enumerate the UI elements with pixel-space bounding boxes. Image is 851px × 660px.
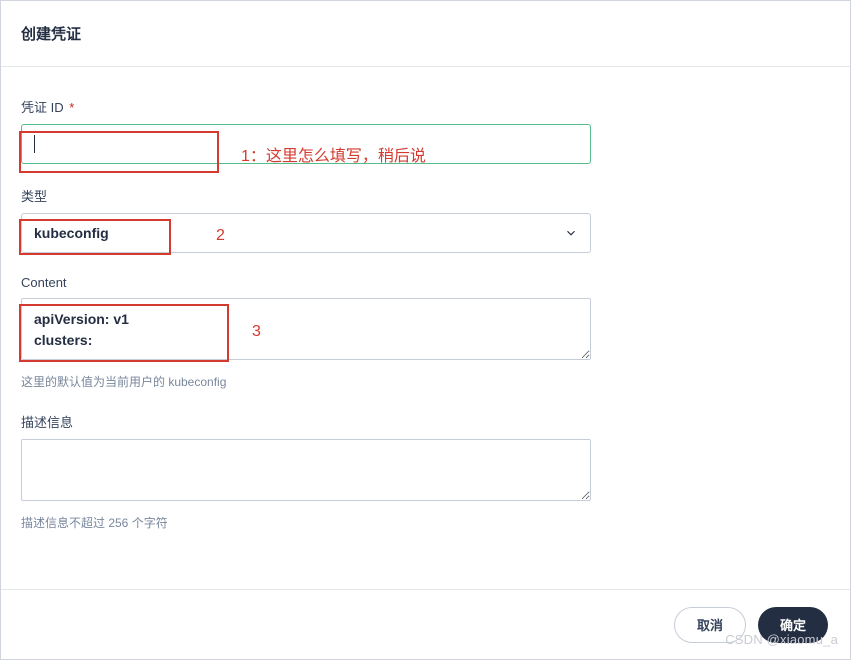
field-type: 类型 kubeconfig bbox=[21, 186, 830, 253]
description-hint: 描述信息不超过 256 个字符 bbox=[21, 514, 830, 531]
description-textarea[interactable] bbox=[21, 439, 591, 501]
required-mark: * bbox=[69, 100, 74, 115]
dialog-title: 创建凭证 bbox=[21, 23, 830, 44]
field-content: Content 这里的默认值为当前用户的 kubeconfig bbox=[21, 275, 830, 390]
dialog-footer: 取消 确定 bbox=[1, 589, 850, 659]
credential-id-input[interactable] bbox=[21, 124, 591, 164]
label-content: Content bbox=[21, 275, 830, 290]
content-hint: 这里的默认值为当前用户的 kubeconfig bbox=[21, 373, 830, 390]
field-description: 描述信息 描述信息不超过 256 个字符 bbox=[21, 412, 830, 531]
dialog-header: 创建凭证 bbox=[1, 1, 850, 67]
chevron-down-icon bbox=[564, 226, 578, 240]
confirm-button[interactable]: 确定 bbox=[758, 607, 828, 643]
type-select-value: kubeconfig bbox=[34, 225, 109, 241]
label-type: 类型 bbox=[21, 186, 830, 205]
content-textarea[interactable] bbox=[21, 298, 591, 360]
field-credential-id: 凭证 ID * bbox=[21, 97, 830, 164]
cancel-button[interactable]: 取消 bbox=[674, 607, 746, 643]
form-body: 凭证 ID * 类型 kubeconfig Content 这里的默认值为当前用… bbox=[1, 67, 850, 563]
label-description: 描述信息 bbox=[21, 412, 830, 431]
label-credential-id: 凭证 ID * bbox=[21, 97, 830, 116]
type-select[interactable]: kubeconfig bbox=[21, 213, 591, 253]
